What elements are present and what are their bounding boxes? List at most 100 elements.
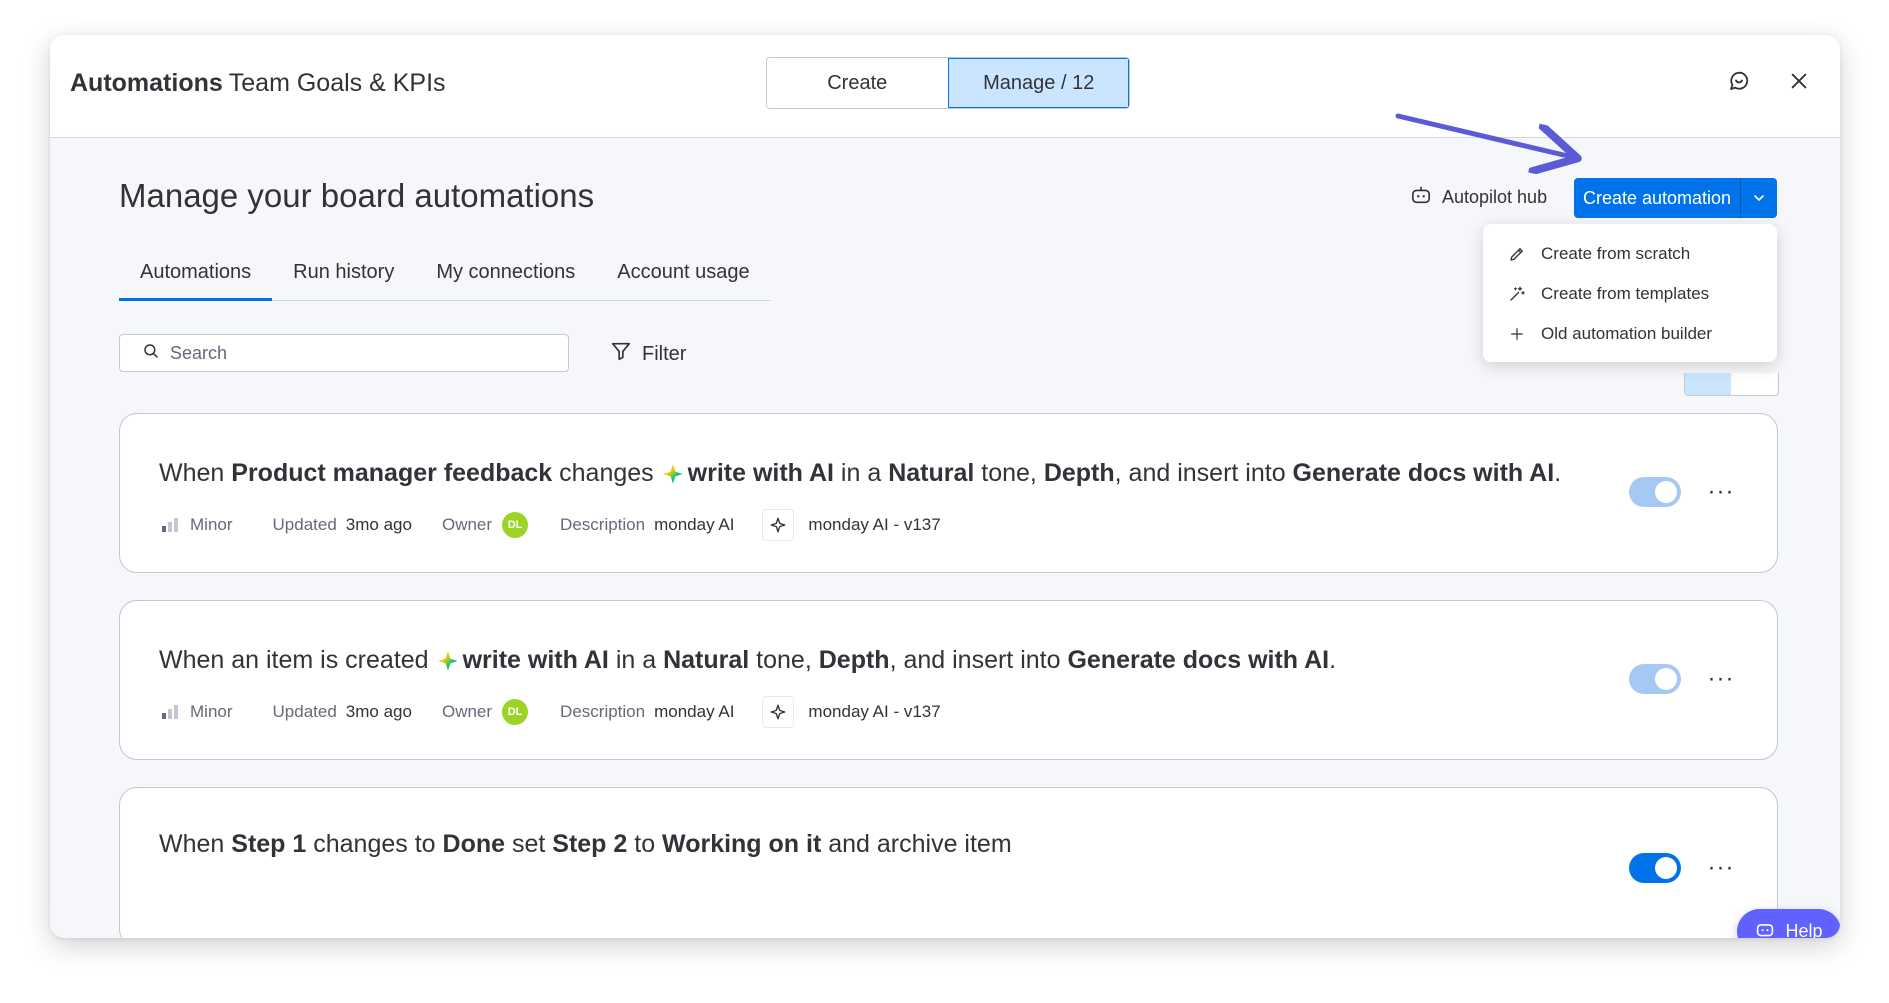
modal-title: Automations Team Goals & KPIs xyxy=(70,69,446,98)
sentence-token: in a xyxy=(608,646,664,674)
description-label: Description xyxy=(560,515,646,534)
version-label: monday AI - v137 xyxy=(808,702,941,721)
sentence-token-bold: Generate docs with AI xyxy=(1067,646,1330,674)
menu-item-old-automation-builder[interactable]: Old automation builder xyxy=(1483,314,1777,354)
version-sparkle-icon xyxy=(762,509,795,541)
enable-toggle[interactable] xyxy=(1629,477,1681,507)
sentence-token: , and insert into xyxy=(889,646,1068,674)
create-automation-menu: Create from scratch Create from template… xyxy=(1483,224,1777,362)
segment-manage[interactable]: Manage / 12 xyxy=(947,58,1129,108)
sentence-token-bold: Depth xyxy=(1043,459,1115,487)
avatar[interactable]: DL xyxy=(502,699,529,725)
description-value: monday AI xyxy=(654,702,735,721)
automation-sentence: When an item is created write with AI in … xyxy=(159,646,1336,675)
sentence-token: changes to xyxy=(306,830,443,858)
sentence-token: changes xyxy=(552,459,654,487)
filter-label: Filter xyxy=(642,342,687,365)
page-title: Manage your board automations xyxy=(119,177,595,214)
modal-title-strong: Automations xyxy=(70,69,223,97)
menu-item-label: Old automation builder xyxy=(1541,324,1713,343)
priority-label: Minor xyxy=(190,515,233,534)
enable-toggle[interactable] xyxy=(1629,853,1681,883)
menu-item-label: Create from scratch xyxy=(1541,244,1691,263)
automation-sentence: When Product manager feedback changes wri… xyxy=(159,459,1561,488)
automations-tabs: Automations Run history My connections A… xyxy=(119,255,771,301)
menu-item-create-from-templates[interactable]: Create from templates xyxy=(1483,274,1777,314)
sentence-token-bold: Natural xyxy=(663,646,750,674)
help-label: Help xyxy=(1785,921,1823,938)
tab-run-history[interactable]: Run history xyxy=(272,255,415,300)
sentence-token: tone, xyxy=(974,459,1044,487)
automation-card[interactable]: When an item is created write with AI in … xyxy=(119,600,1778,760)
menu-item-label: Create from templates xyxy=(1541,284,1710,303)
modal-header: Automations Team Goals & KPIs Create Mana… xyxy=(50,35,1840,138)
sentence-token-bold: write with AI xyxy=(462,646,609,674)
sentence-token: , and insert into xyxy=(1114,459,1293,487)
sentence-token: When xyxy=(159,459,232,487)
owner-label: Owner xyxy=(441,515,493,534)
sentence-token-bold: Step 2 xyxy=(552,830,628,858)
priority-bars-icon xyxy=(162,705,178,719)
create-automation-button: Create automation xyxy=(1574,178,1777,218)
autopilot-hub-label: Autopilot hub xyxy=(1442,187,1548,207)
automations-modal: Automations Team Goals & KPIs Create Mana… xyxy=(50,35,1840,938)
view-toggle[interactable] xyxy=(1684,373,1779,396)
sentence-token: . xyxy=(1329,646,1337,674)
sentence-token: set xyxy=(505,830,553,858)
sentence-token-bold: Step 1 xyxy=(231,830,307,858)
create-automation-main[interactable]: Create automation xyxy=(1574,178,1740,218)
automation-meta: Minor Updated 3mo ago Owner DL Descripti… xyxy=(162,509,941,541)
ai-sparkle-icon xyxy=(662,463,684,485)
more-options-icon[interactable]: ··· xyxy=(1703,853,1739,883)
version-label: monday AI - v137 xyxy=(808,515,941,534)
ai-sparkle-icon xyxy=(437,650,459,672)
search-input[interactable]: Search xyxy=(119,334,569,372)
robot-icon xyxy=(1410,185,1432,210)
description-label: Description xyxy=(560,702,646,721)
close-icon[interactable] xyxy=(1783,65,1815,97)
tab-my-connections[interactable]: My connections xyxy=(415,255,596,300)
sentence-token: in a xyxy=(833,459,889,487)
view-toggle-selected[interactable] xyxy=(1685,373,1731,395)
updated-label: Updated xyxy=(272,515,337,534)
priority-bars-icon xyxy=(162,518,178,532)
sentence-token-bold: Working on it xyxy=(662,830,822,858)
search-placeholder: Search xyxy=(170,342,228,363)
menu-item-create-from-scratch[interactable]: Create from scratch xyxy=(1483,234,1777,274)
sentence-token-bold: Product manager feedback xyxy=(231,459,553,487)
sentence-token: to xyxy=(627,830,663,858)
sentence-token-bold: Done xyxy=(442,830,506,858)
chevron-down-icon[interactable] xyxy=(1740,178,1777,218)
priority-label: Minor xyxy=(190,702,233,721)
sentence-token: tone, xyxy=(749,646,819,674)
avatar[interactable]: DL xyxy=(502,512,529,538)
help-button[interactable]: Help xyxy=(1737,909,1840,938)
sentence-token-bold: Natural xyxy=(888,459,975,487)
autopilot-hub-link[interactable]: Autopilot hub xyxy=(1410,185,1547,210)
version-sparkle-icon xyxy=(762,696,795,728)
automation-meta: Minor Updated 3mo ago Owner DL Descripti… xyxy=(162,696,941,728)
enable-toggle[interactable] xyxy=(1629,664,1681,694)
more-options-icon[interactable]: ··· xyxy=(1703,477,1739,507)
updated-value: 3mo ago xyxy=(345,515,412,534)
tab-automations[interactable]: Automations xyxy=(119,255,273,301)
sentence-token: When an item is created xyxy=(159,646,429,674)
automation-card[interactable]: When Step 1 changes to Done set Step 2 t… xyxy=(119,787,1778,938)
sentence-token: . xyxy=(1554,459,1562,487)
more-options-icon[interactable]: ··· xyxy=(1703,664,1739,694)
tab-account-usage[interactable]: Account usage xyxy=(596,255,770,300)
segment-create[interactable]: Create xyxy=(767,58,948,108)
description-value: monday AI xyxy=(654,515,735,534)
create-manage-segment: Create Manage / 12 xyxy=(766,57,1130,109)
sentence-token: and archive item xyxy=(821,830,1012,858)
plus-icon xyxy=(1507,326,1527,342)
updated-value: 3mo ago xyxy=(345,702,412,721)
search-icon xyxy=(142,342,160,365)
automation-card[interactable]: When Product manager feedback changes wri… xyxy=(119,413,1778,573)
filter-button[interactable]: Filter xyxy=(610,340,686,368)
modal-title-board: Team Goals & KPIs xyxy=(228,69,446,97)
pencil-icon xyxy=(1507,245,1527,263)
owner-label: Owner xyxy=(441,702,493,721)
sentence-token-bold: Generate docs with AI xyxy=(1292,459,1555,487)
feedback-chat-icon[interactable] xyxy=(1723,65,1755,97)
